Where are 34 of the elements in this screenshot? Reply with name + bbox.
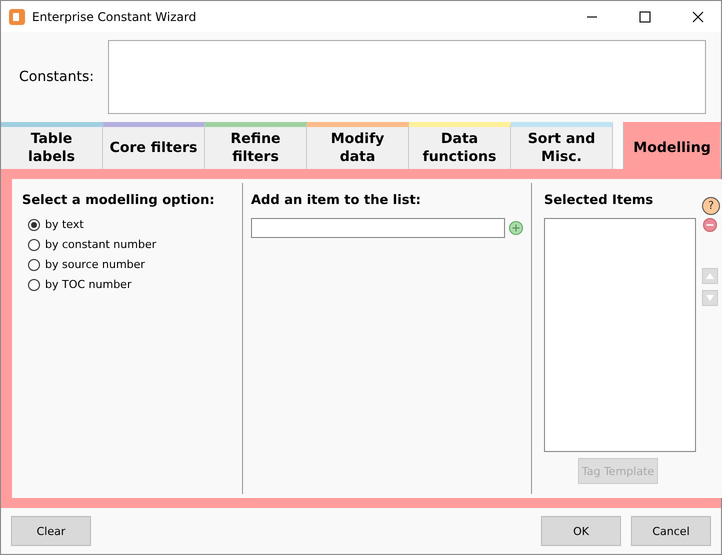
option-label[interactable]: by constant number — [45, 238, 156, 252]
tab[interactable]: Core filters — [103, 122, 205, 170]
constants-field[interactable] — [108, 40, 706, 114]
window-title: Enterprise Constant Wizard — [32, 10, 198, 24]
app-icon — [9, 8, 25, 24]
tab[interactable]: Modelling — [623, 122, 721, 170]
tab[interactable]: Modify data — [307, 122, 409, 170]
tab[interactable]: Data functions — [409, 122, 511, 170]
tab[interactable]: Sort and Misc. — [511, 122, 613, 170]
clear-button[interactable]: Clear — [11, 516, 91, 546]
option-label[interactable]: by TOC number — [45, 278, 132, 292]
radio-button[interactable] — [28, 238, 40, 251]
radio-button[interactable] — [28, 258, 40, 271]
radio-button[interactable] — [28, 278, 40, 291]
option-label[interactable]: by source number — [45, 258, 145, 272]
cancel-button[interactable]: Cancel — [631, 516, 711, 546]
help-button[interactable]: ? — [702, 196, 720, 215]
close-icon — [692, 10, 704, 22]
down-arrow-icon — [706, 295, 714, 302]
remove-icon[interactable] — [703, 218, 717, 232]
option-label[interactable]: by text — [45, 218, 84, 232]
tab[interactable]: Refine filters — [205, 122, 307, 170]
add-item-heading: Add an item to the list: — [251, 193, 422, 208]
tab[interactable]: Table labels — [1, 122, 103, 170]
ok-button[interactable]: OK — [541, 516, 621, 546]
item-field[interactable] — [251, 218, 505, 238]
selected-items-heading: Selected Items — [544, 193, 654, 208]
radio-button[interactable] — [28, 218, 40, 231]
options-heading: Select a modelling option: — [22, 193, 216, 208]
maximize-icon — [639, 10, 651, 22]
selected-items-list[interactable] — [544, 218, 696, 452]
constants-label: Constants: — [19, 69, 93, 86]
up-arrow-icon — [706, 273, 714, 280]
add-icon[interactable] — [509, 221, 523, 236]
